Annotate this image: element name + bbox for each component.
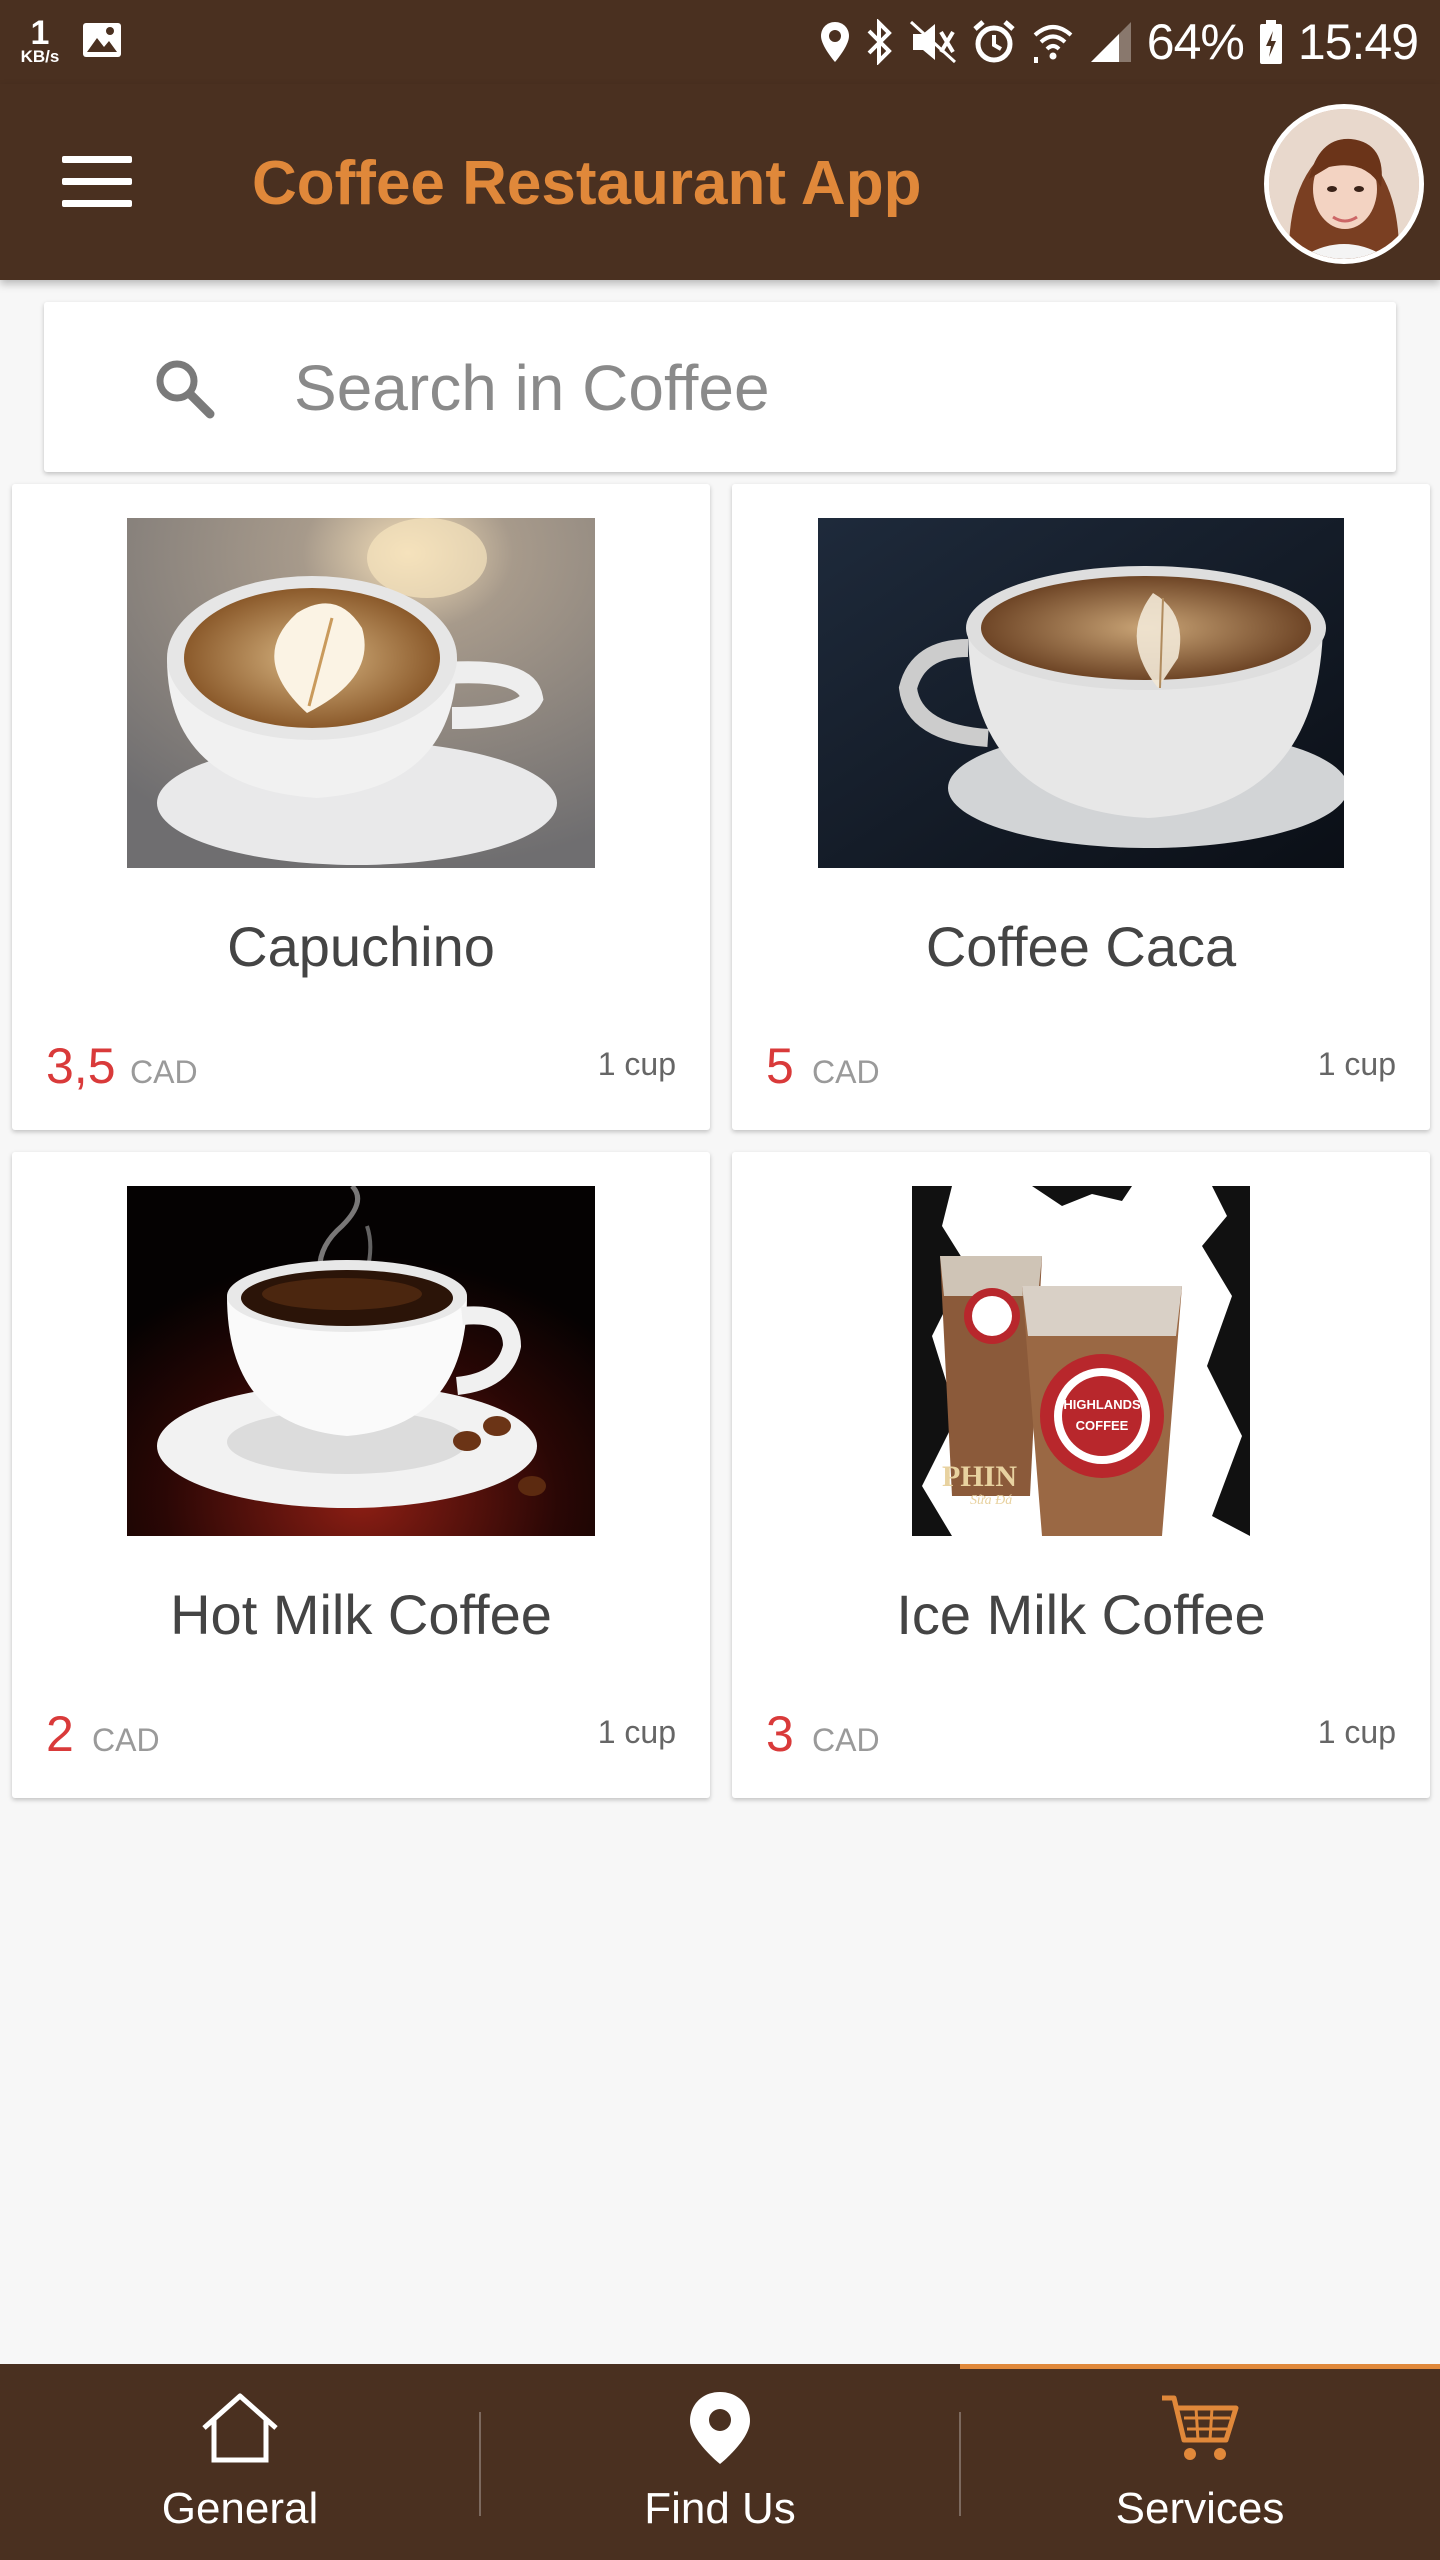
- app-bar: Coffee Restaurant App: [0, 84, 1440, 280]
- product-name: Coffee Caca: [925, 915, 1237, 978]
- product-price: 3,5: [46, 1038, 116, 1094]
- bottom-navigation: General Find Us Services: [0, 2364, 1440, 2560]
- product-card-coffee-caca[interactable]: Coffee Caca 5 CAD 1 cup: [732, 484, 1430, 1130]
- search-icon[interactable]: [152, 356, 216, 420]
- product-currency: CAD: [812, 1722, 880, 1758]
- product-name: Hot Milk Coffee: [170, 1583, 552, 1646]
- signal-icon: [1090, 22, 1131, 62]
- product-price: 2: [46, 1706, 74, 1762]
- search-input[interactable]: [294, 342, 1354, 434]
- gallery-icon: [83, 23, 121, 57]
- product-currency: CAD: [812, 1054, 880, 1090]
- highlands-logo-subtext: COFFEE: [1076, 1418, 1129, 1433]
- bluetooth-icon: [867, 19, 892, 65]
- app-title: Coffee Restaurant App: [252, 149, 922, 218]
- nav-label-services: Services: [1115, 2484, 1285, 2533]
- wifi-icon: [1033, 25, 1073, 63]
- mute-icon: [909, 20, 956, 64]
- map-pin-icon: [690, 2392, 750, 2464]
- status-icons: 64% 15:49: [819, 0, 1419, 84]
- product-quantity: 1 cup: [597, 1714, 676, 1750]
- shopping-cart-icon: [1162, 2395, 1239, 2460]
- product-price: 5: [766, 1038, 794, 1094]
- capuchino-photo: [127, 518, 595, 868]
- ice-milk-coffee-photo: HIGHLANDS COFFEE PHIN Sữa Đá: [912, 1186, 1250, 1536]
- product-currency: CAD: [130, 1054, 198, 1090]
- product-currency: CAD: [92, 1722, 160, 1758]
- nav-item-general[interactable]: General: [0, 2364, 480, 2560]
- status-bar: 1 KB/s 64% 15:49: [0, 0, 1440, 84]
- product-quantity: 1 cup: [1317, 1714, 1396, 1750]
- product-card-hot-milk-coffee[interactable]: Hot Milk Coffee 2 CAD 1 cup: [12, 1152, 710, 1798]
- phin-text: PHIN: [942, 1460, 1017, 1493]
- product-name: Ice Milk Coffee: [896, 1583, 1266, 1646]
- nav-label-general: General: [161, 2484, 319, 2533]
- network-speed-value: 1: [30, 14, 50, 52]
- battery-percent: 64%: [1146, 14, 1245, 70]
- alarm-icon: [973, 20, 1015, 63]
- product-name: Capuchino: [227, 915, 495, 978]
- highlands-logo-text: HIGHLANDS: [1063, 1397, 1141, 1412]
- hamburger-menu-icon[interactable]: [62, 156, 132, 208]
- nav-item-find-us[interactable]: Find Us: [480, 2364, 960, 2560]
- network-speed-unit: KB/s: [20, 47, 60, 66]
- battery-icon: [1259, 20, 1282, 64]
- nav-label-find-us: Find Us: [644, 2484, 796, 2533]
- clock: 15:49: [1297, 14, 1419, 70]
- location-icon: [820, 22, 849, 62]
- coffee-caca-photo: [818, 518, 1344, 868]
- product-card-ice-milk-coffee[interactable]: HIGHLANDS COFFEE PHIN Sữa Đá Ice Milk Co…: [732, 1152, 1430, 1798]
- hot-milk-coffee-photo: [127, 1186, 595, 1536]
- user-avatar[interactable]: [1264, 104, 1424, 264]
- network-speed: 1 KB/s: [14, 16, 66, 65]
- home-icon: [202, 2393, 278, 2463]
- product-card-capuchino[interactable]: Capuchino 3,5 CAD 1 cup: [12, 484, 710, 1130]
- search-bar[interactable]: [44, 302, 1396, 472]
- product-price: 3: [766, 1706, 794, 1762]
- nav-item-services[interactable]: Services: [960, 2364, 1440, 2560]
- phin-subtext: Sữa Đá: [970, 1493, 1012, 1508]
- product-quantity: 1 cup: [597, 1046, 676, 1082]
- product-quantity: 1 cup: [1317, 1046, 1396, 1082]
